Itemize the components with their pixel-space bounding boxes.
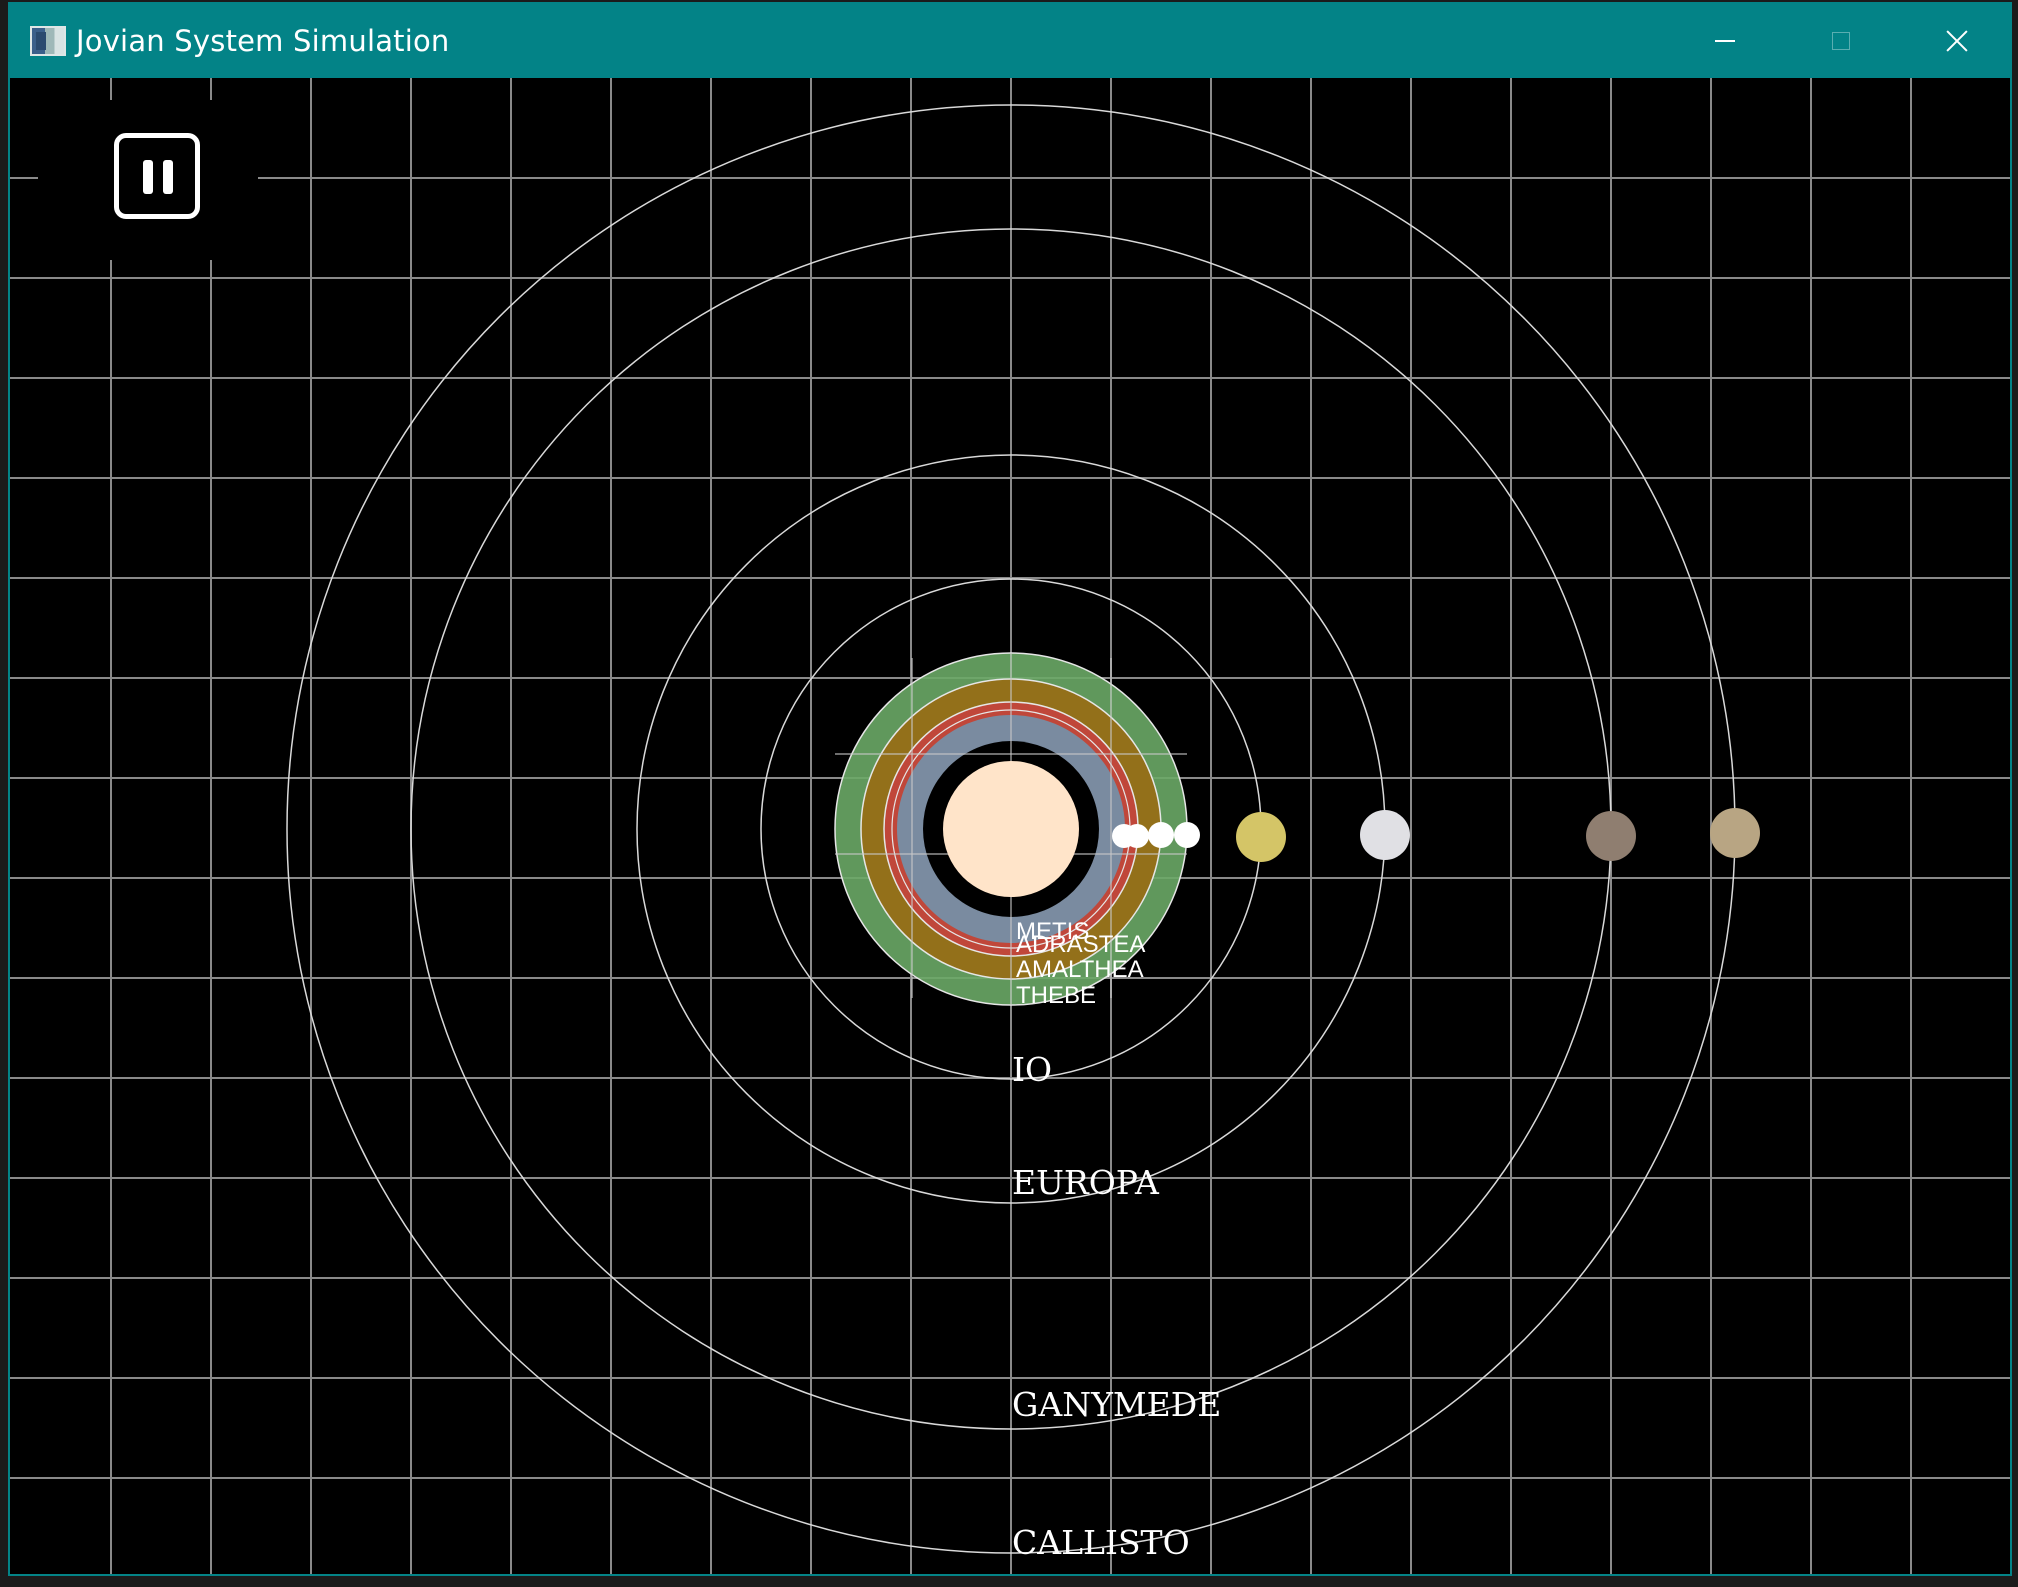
label-io: IO	[1012, 1050, 1052, 1089]
control-panel	[38, 100, 258, 260]
moon-europa	[1360, 810, 1410, 860]
moon-amalthea	[1148, 822, 1174, 848]
moon-thebe	[1174, 822, 1200, 848]
moon-labels: METIS ADRASTEA AMALTHEA THEBE IO EUROPA …	[1012, 918, 1221, 1562]
moon-bodies	[1112, 808, 1760, 862]
label-thebe: THEBE	[1016, 982, 1096, 1009]
moon-io	[1236, 812, 1286, 862]
window-title: Jovian System Simulation	[76, 24, 450, 58]
label-adrastea: ADRASTEA	[1016, 931, 1145, 958]
label-europa: EUROPA	[1012, 1163, 1160, 1202]
simulation-canvas[interactable]: METIS ADRASTEA AMALTHEA THEBE IO EUROPA …	[10, 78, 2010, 1574]
desktop-edge	[0, 1576, 2018, 1587]
simulation-view: METIS ADRASTEA AMALTHEA THEBE IO EUROPA …	[10, 78, 2010, 1574]
minimize-button[interactable]	[1670, 4, 1780, 78]
moon-adrastea	[1125, 824, 1149, 848]
close-button[interactable]	[1902, 4, 2010, 78]
jupiter	[943, 761, 1079, 897]
title-bar[interactable]: Jovian System Simulation	[10, 4, 2010, 78]
minimize-icon	[1715, 40, 1735, 42]
app-window-icon	[30, 26, 66, 56]
pause-button[interactable]	[114, 133, 200, 219]
moon-ganymede	[1586, 811, 1636, 861]
app-window: Jovian System Simulation METIS ADRASTEA …	[8, 2, 2012, 1576]
close-icon	[1946, 30, 1968, 52]
maximize-button[interactable]	[1786, 4, 1896, 78]
maximize-icon	[1832, 32, 1850, 50]
label-callisto: CALLISTO	[1012, 1523, 1190, 1562]
label-amalthea: AMALTHEA	[1016, 956, 1144, 983]
label-ganymede: GANYMEDE	[1012, 1385, 1221, 1424]
moon-callisto	[1710, 808, 1760, 858]
